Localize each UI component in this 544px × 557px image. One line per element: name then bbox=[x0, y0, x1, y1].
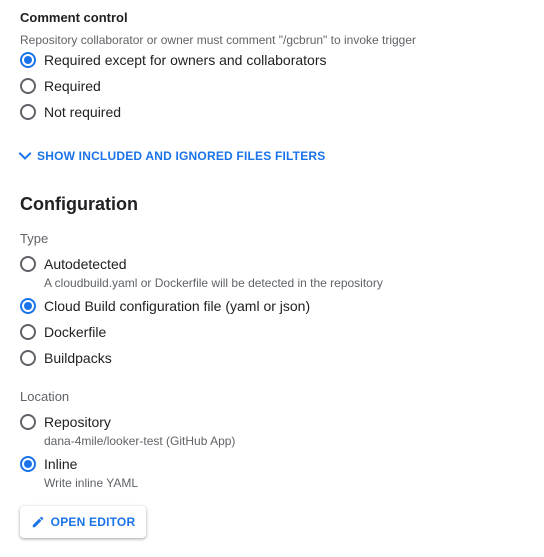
show-filters-label: SHOW INCLUDED AND IGNORED FILES FILTERS bbox=[37, 149, 326, 163]
radio-label: Cloud Build configuration file (yaml or … bbox=[44, 298, 311, 314]
chevron-down-icon bbox=[18, 152, 32, 160]
comment-control-title: Comment control bbox=[20, 10, 128, 25]
pencil-icon bbox=[32, 516, 43, 528]
radio-not-required[interactable]: Not required bbox=[20, 104, 121, 120]
radio-label: Autodetected bbox=[44, 256, 127, 272]
show-filters-toggle[interactable]: SHOW INCLUDED AND IGNORED FILES FILTERS bbox=[18, 149, 325, 163]
radio-unchecked-icon[interactable] bbox=[20, 414, 36, 430]
radio-unchecked-icon[interactable] bbox=[20, 104, 36, 120]
open-editor-label: OPEN EDITOR bbox=[50, 515, 136, 529]
radio-unchecked-icon[interactable] bbox=[20, 78, 36, 94]
inline-description: Write inline YAML bbox=[44, 476, 139, 490]
comment-control-helper: Repository collaborator or owner must co… bbox=[20, 33, 417, 47]
radio-autodetected[interactable]: Autodetected bbox=[20, 256, 127, 272]
radio-unchecked-icon[interactable] bbox=[20, 256, 36, 272]
radio-label: Required except for owners and collabora… bbox=[44, 52, 327, 68]
open-editor-button[interactable]: OPEN EDITOR bbox=[20, 506, 146, 538]
radio-unchecked-icon[interactable] bbox=[20, 324, 36, 340]
type-label: Type bbox=[20, 231, 49, 246]
radio-checked-icon[interactable] bbox=[20, 456, 36, 472]
radio-label: Required bbox=[44, 78, 101, 94]
radio-label: Not required bbox=[44, 104, 122, 120]
radio-checked-icon[interactable] bbox=[20, 298, 36, 314]
radio-dockerfile[interactable]: Dockerfile bbox=[20, 324, 106, 340]
radio-required-except-owners[interactable]: Required except for owners and collabora… bbox=[20, 52, 327, 68]
radio-label: Dockerfile bbox=[44, 324, 107, 340]
radio-cloud-build-config[interactable]: Cloud Build configuration file (yaml or … bbox=[20, 298, 310, 314]
radio-inline[interactable]: Inline bbox=[20, 456, 77, 472]
radio-label: Repository bbox=[44, 414, 111, 430]
radio-required[interactable]: Required bbox=[20, 78, 101, 94]
radio-unchecked-icon[interactable] bbox=[20, 350, 36, 366]
autodetected-description: A cloudbuild.yaml or Dockerfile will be … bbox=[44, 276, 383, 290]
configuration-heading: Configuration bbox=[20, 194, 138, 214]
radio-repository[interactable]: Repository bbox=[20, 414, 111, 430]
radio-label: Buildpacks bbox=[44, 350, 112, 366]
radio-buildpacks[interactable]: Buildpacks bbox=[20, 350, 112, 366]
location-label: Location bbox=[20, 389, 70, 404]
radio-checked-icon[interactable] bbox=[20, 52, 36, 68]
radio-label: Inline bbox=[44, 456, 78, 472]
repository-description: dana-4mile/looker-test (GitHub App) bbox=[44, 434, 236, 448]
